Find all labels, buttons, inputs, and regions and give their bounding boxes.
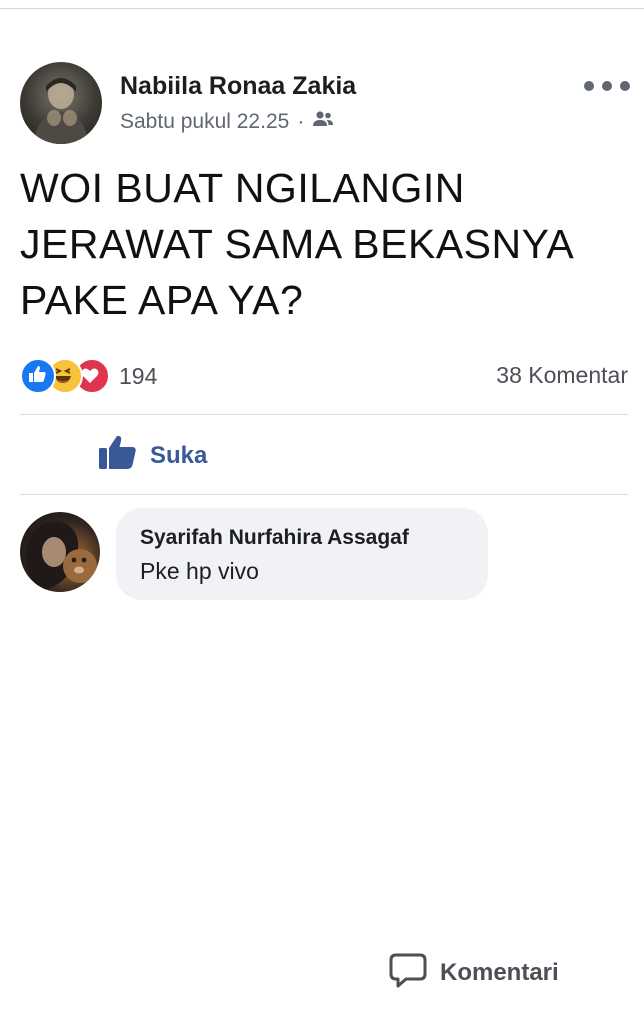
more-dot-icon — [584, 81, 594, 91]
like-icon — [20, 358, 56, 394]
post-timestamp[interactable]: Sabtu pukul 22.25 — [120, 110, 289, 134]
like-label: Suka — [150, 441, 208, 469]
comment-text: Pke hp vivo — [140, 558, 259, 584]
more-dot-icon — [602, 81, 612, 91]
author-name[interactable]: Nabiila Ronaa Zakia — [120, 72, 356, 101]
comment-item: Syarifah Nurfahira Assagaf Pke hp vivo — [20, 508, 630, 600]
more-options-button[interactable] — [584, 76, 630, 96]
more-dot-icon — [620, 81, 630, 91]
stats-divider — [20, 414, 628, 415]
comment-label: Komentari — [440, 959, 559, 986]
reactions-summary[interactable]: 194 — [20, 356, 157, 396]
comment-button[interactable]: Komentari — [388, 928, 644, 1018]
post-actions: Suka Komentari — [0, 420, 644, 987]
like-button[interactable]: Suka — [98, 434, 207, 477]
actions-divider — [20, 494, 628, 495]
author-avatar[interactable] — [20, 62, 102, 144]
meta-separator: · — [297, 110, 305, 133]
comment-count[interactable]: 38 Komentar — [496, 362, 628, 389]
post-meta: Sabtu pukul 22.25 · — [120, 110, 334, 134]
comment-bubble: Syarifah Nurfahira Assagaf Pke hp vivo — [116, 508, 488, 600]
commenter-name[interactable]: Syarifah Nurfahira Assagaf — [140, 526, 409, 550]
top-divider — [0, 8, 644, 9]
post-header: Nabiila Ronaa Zakia Sabtu pukul 22.25 · — [20, 62, 630, 148]
speech-bubble-icon — [388, 952, 428, 995]
post-stats: 194 38 Komentar — [20, 356, 628, 396]
reaction-count: 194 — [119, 362, 158, 389]
post-text: WOI BUAT NGILANGIN JERAWAT SAMA BEKASNYA… — [20, 165, 575, 323]
friends-icon — [312, 110, 334, 134]
commenter-avatar[interactable] — [20, 512, 100, 592]
thumbs-up-icon — [98, 434, 138, 477]
